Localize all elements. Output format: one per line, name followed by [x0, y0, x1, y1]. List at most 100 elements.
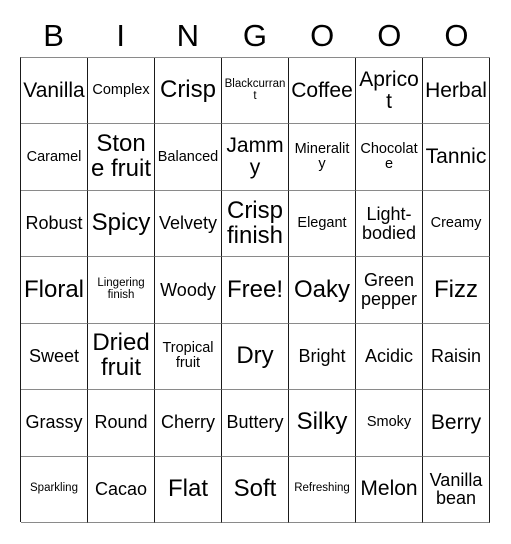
- bingo-cell-label: Chocolate: [360, 141, 418, 173]
- bingo-cell-label: Melon: [360, 477, 418, 501]
- bingo-header-letter: G: [242, 17, 268, 53]
- bingo-cell[interactable]: Coffee: [289, 58, 356, 125]
- bingo-cell-label: Dried fruit: [92, 329, 150, 382]
- bingo-cell[interactable]: Grassy: [21, 390, 88, 457]
- bingo-cell[interactable]: Light-bodied: [356, 190, 423, 258]
- bingo-cell[interactable]: Blackcurrant: [222, 58, 289, 125]
- bingo-cell[interactable]: Spicy: [88, 190, 155, 258]
- bingo-cell-label: Silky: [296, 408, 348, 436]
- bingo-cell[interactable]: Caramel: [21, 124, 88, 191]
- bingo-cell[interactable]: Fizz: [423, 257, 490, 324]
- bingo-header-letter: B: [43, 17, 64, 53]
- bingo-cell[interactable]: Jammy: [222, 124, 289, 191]
- bingo-cell[interactable]: Complex: [88, 58, 155, 125]
- bingo-cell[interactable]: Berry: [423, 390, 490, 457]
- bingo-cell[interactable]: Flat: [155, 456, 222, 523]
- bingo-header-letter: N: [176, 17, 200, 53]
- bingo-cell[interactable]: Raisin: [423, 323, 490, 391]
- bingo-cell[interactable]: Floral: [21, 257, 88, 324]
- bingo-cell-label: Green pepper: [360, 270, 418, 309]
- bingo-cell-label: Balanced: [157, 148, 219, 165]
- bingo-card: BINGOOO Vanilla Complex Crisp Blackcurrant C…: [0, 0, 511, 544]
- bingo-cell[interactable]: Robust: [21, 190, 88, 258]
- bingo-cell[interactable]: Acidic: [356, 323, 423, 391]
- bingo-cell[interactable]: Free!: [222, 257, 289, 324]
- bingo-cell[interactable]: Crisp: [155, 58, 222, 125]
- bingo-cell[interactable]: Tropical fruit: [155, 323, 222, 391]
- bingo-row: Sweet Dried fruit Tropical fruit Dry Bright A…: [21, 323, 490, 391]
- bingo-row: Grassy Round Cherry Buttery Silky Smoky Berry: [21, 390, 490, 457]
- bingo-cell-label: Light-bodied: [361, 203, 417, 243]
- bingo-cell[interactable]: Smoky: [356, 390, 423, 457]
- bingo-cell[interactable]: Oaky: [289, 257, 356, 324]
- bingo-cell[interactable]: Balanced: [155, 124, 222, 191]
- bingo-cell-label: Vanilla bean: [429, 469, 483, 509]
- bingo-cell[interactable]: Herbal: [423, 58, 490, 125]
- bingo-header-letter: I: [116, 17, 126, 53]
- bingo-cell-label: Acidic: [364, 346, 413, 367]
- bingo-cell-label: Apricot: [359, 67, 419, 113]
- bingo-header-row: BINGOOO: [20, 13, 490, 57]
- bingo-cell[interactable]: Velvety: [155, 190, 222, 258]
- bingo-header-letter: O: [377, 17, 402, 53]
- bingo-cell[interactable]: Woody: [155, 257, 222, 324]
- bingo-row: Floral Lingering finish Woody Free! Oaky Gree…: [21, 257, 490, 324]
- bingo-cell[interactable]: Round: [88, 390, 155, 457]
- bingo-header-letter: O: [310, 17, 335, 53]
- bingo-cell[interactable]: Green pepper: [356, 257, 423, 324]
- bingo-cell[interactable]: Cacao: [88, 456, 155, 523]
- bingo-cell[interactable]: Stone fruit: [88, 124, 155, 191]
- bingo-cell-label: Flat: [167, 474, 208, 502]
- bingo-cell[interactable]: Buttery: [222, 390, 289, 457]
- bingo-cell[interactable]: Sparkling: [21, 456, 88, 523]
- bingo-cell[interactable]: Chocolate: [356, 124, 423, 191]
- bingo-cell-label: Minerality: [294, 141, 350, 173]
- bingo-cell-label: Stone fruit: [90, 130, 152, 183]
- bingo-cell-label: Woody: [160, 279, 216, 300]
- bingo-cell[interactable]: Refreshing: [289, 456, 356, 523]
- bingo-cell[interactable]: Dried fruit: [88, 323, 155, 391]
- bingo-header-letter: O: [444, 17, 469, 53]
- bingo-cell[interactable]: Apricot: [356, 58, 423, 125]
- bingo-cell[interactable]: Melon: [356, 456, 423, 523]
- bingo-row: Robust Spicy Velvety Crisp finish Elegant Lig…: [21, 190, 490, 258]
- bingo-cell-label: Smoky: [366, 414, 412, 431]
- bingo-cell-label: Crisp finish: [226, 196, 284, 249]
- bingo-cell[interactable]: Creamy: [423, 190, 490, 258]
- bingo-cell-label: Robust: [25, 213, 83, 234]
- bingo-cell[interactable]: Minerality: [289, 124, 356, 191]
- bingo-cell-label: Complex: [92, 82, 150, 99]
- bingo-cell-label: Oaky: [293, 275, 350, 303]
- bingo-row: Vanilla Complex Crisp Blackcurrant Coffee Apr…: [21, 58, 490, 125]
- bingo-row: Sparkling Cacao Flat Soft Refreshing Melon Van…: [21, 456, 490, 523]
- bingo-cell-label: Raisin: [430, 346, 482, 367]
- bingo-cell-label: Tannic: [425, 145, 487, 169]
- bingo-cell-label: Lingering finish: [97, 277, 145, 301]
- bingo-cell[interactable]: Elegant: [289, 190, 356, 258]
- bingo-cell-label: Jammy: [226, 134, 284, 180]
- bingo-cell-label: Bright: [298, 346, 346, 367]
- bingo-cell[interactable]: Sweet: [21, 323, 88, 391]
- bingo-grid: Vanilla Complex Crisp Blackcurrant Coffee Apr…: [20, 57, 490, 523]
- bingo-cell-label: Soft: [233, 474, 277, 502]
- bingo-cell-label: Sweet: [28, 346, 80, 367]
- bingo-cell[interactable]: Soft: [222, 456, 289, 523]
- bingo-cell-label: Crisp: [159, 76, 216, 104]
- bingo-cell[interactable]: Bright: [289, 323, 356, 391]
- bingo-cell[interactable]: Lingering finish: [88, 257, 155, 324]
- bingo-cell-label: Cherry: [160, 412, 215, 433]
- bingo-cell[interactable]: Silky: [289, 390, 356, 457]
- bingo-cell[interactable]: Tannic: [423, 124, 490, 191]
- bingo-cell-label: Refreshing: [294, 482, 350, 495]
- bingo-cell-label: Herbal: [425, 78, 487, 102]
- bingo-cell-label: Berry: [430, 410, 482, 434]
- bingo-row: Caramel Stone fruit Balanced Jammy Mineralit…: [21, 124, 490, 191]
- bingo-cell[interactable]: Crisp finish: [222, 190, 289, 258]
- bingo-cell-label: Round: [94, 412, 148, 433]
- bingo-cell-label: Dry: [236, 341, 274, 369]
- bingo-cell[interactable]: Vanilla: [21, 58, 88, 125]
- bingo-cell-label: Velvety: [158, 213, 218, 234]
- bingo-cell[interactable]: Vanilla bean: [423, 456, 490, 523]
- bingo-cell[interactable]: Cherry: [155, 390, 222, 457]
- bingo-cell[interactable]: Dry: [222, 323, 289, 391]
